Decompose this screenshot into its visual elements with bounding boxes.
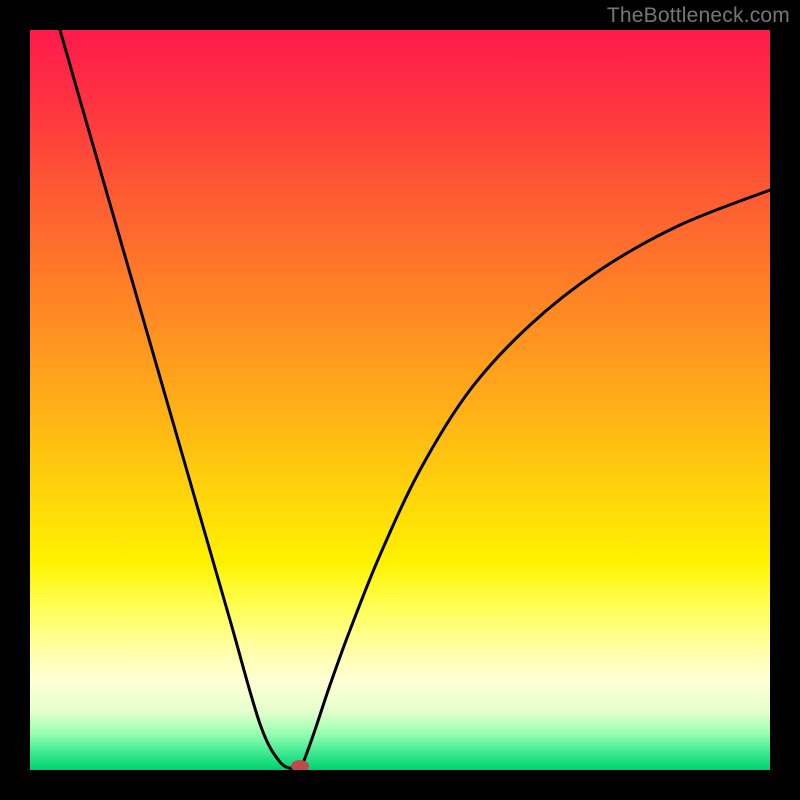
watermark-text: TheBottleneck.com <box>607 4 790 28</box>
plot-area <box>30 30 770 770</box>
left-branch-path <box>60 30 300 770</box>
right-branch-path <box>300 190 770 770</box>
bottleneck-curve <box>30 30 770 770</box>
minimum-marker <box>291 760 309 770</box>
chart-frame: TheBottleneck.com <box>0 0 800 800</box>
